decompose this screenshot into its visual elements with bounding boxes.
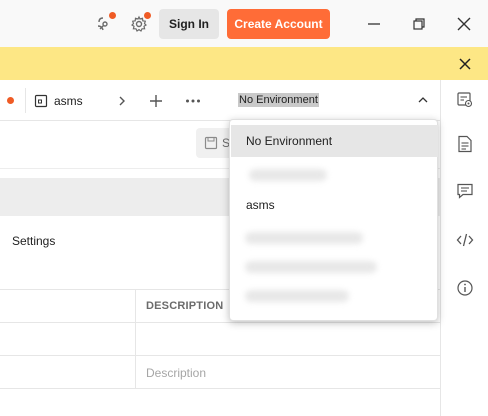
tab-asms[interactable]: asms bbox=[34, 91, 83, 111]
environment-option-asms[interactable]: asms bbox=[231, 189, 438, 221]
redacted-text bbox=[245, 232, 363, 244]
table-row[interactable] bbox=[0, 323, 440, 356]
title-bar: Sign In Create Account bbox=[0, 0, 488, 47]
maximize-icon[interactable] bbox=[407, 12, 431, 36]
column-divider bbox=[135, 356, 136, 388]
redacted-text bbox=[249, 169, 327, 181]
table-row[interactable]: Description bbox=[0, 356, 440, 389]
environment-option-blurred[interactable] bbox=[231, 280, 438, 312]
right-sidebar bbox=[440, 80, 488, 416]
settings-icon[interactable] bbox=[127, 12, 151, 36]
satellite-icon[interactable] bbox=[93, 12, 117, 36]
environment-selected-label: No Environment bbox=[238, 93, 319, 107]
column-divider bbox=[135, 323, 136, 355]
description-column-header: DESCRIPTION bbox=[146, 300, 224, 312]
comments-icon[interactable] bbox=[455, 181, 475, 201]
more-options-icon[interactable] bbox=[183, 91, 203, 111]
new-tab-plus-icon[interactable] bbox=[146, 91, 166, 111]
notification-dot bbox=[109, 12, 116, 19]
environment-quick-look-icon[interactable] bbox=[455, 90, 475, 110]
minimize-icon[interactable] bbox=[362, 12, 386, 36]
notification-banner bbox=[0, 47, 488, 80]
info-icon[interactable] bbox=[455, 278, 475, 298]
column-divider bbox=[135, 290, 136, 322]
environment-icon bbox=[34, 94, 48, 108]
tab-settings[interactable]: Settings bbox=[12, 234, 55, 248]
unsaved-changes-dot bbox=[7, 97, 14, 104]
tab-divider bbox=[25, 88, 26, 113]
redacted-text bbox=[245, 290, 349, 302]
documentation-icon[interactable] bbox=[455, 134, 475, 154]
environment-option-blurred[interactable] bbox=[231, 159, 438, 191]
description-field[interactable]: Description bbox=[146, 366, 206, 380]
sign-in-button[interactable]: Sign In bbox=[159, 9, 219, 39]
environment-dropdown: No Environment asms bbox=[229, 119, 438, 321]
chevron-up-icon bbox=[416, 93, 430, 107]
close-icon[interactable] bbox=[452, 12, 476, 36]
create-account-button[interactable]: Create Account bbox=[227, 9, 330, 39]
environment-option-blurred[interactable] bbox=[231, 251, 438, 283]
save-icon bbox=[204, 136, 218, 150]
redacted-text bbox=[245, 261, 377, 273]
environment-option-no-environment[interactable]: No Environment bbox=[231, 125, 438, 157]
banner-close-icon[interactable] bbox=[456, 55, 474, 73]
tab-label: asms bbox=[54, 94, 83, 108]
environment-option-blurred[interactable] bbox=[231, 222, 438, 254]
environment-selector[interactable]: No Environment bbox=[230, 80, 440, 121]
code-icon[interactable] bbox=[455, 230, 475, 250]
chevron-right-icon[interactable] bbox=[112, 91, 132, 111]
settings-notification-dot bbox=[144, 12, 151, 19]
